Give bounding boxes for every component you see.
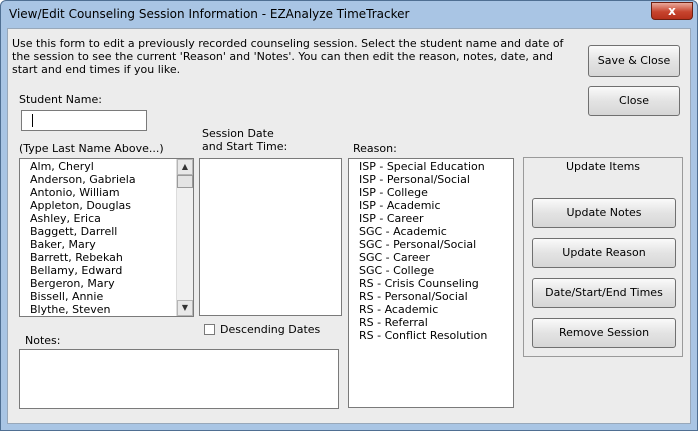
reason-list-item[interactable]: RS - Referral <box>349 316 513 329</box>
update-reason-button[interactable]: Update Reason <box>532 238 676 268</box>
student-list-item[interactable]: Alm, Cheryl <box>20 160 193 173</box>
title-bar[interactable]: View/Edit Counseling Session Information… <box>1 1 697 28</box>
reason-list-item[interactable]: RS - Academic <box>349 303 513 316</box>
close-icon: x <box>668 4 676 18</box>
reason-list-item[interactable]: ISP - College <box>349 186 513 199</box>
instructions-text: Use this form to edit a previously recor… <box>12 37 564 76</box>
descending-dates-checkbox[interactable] <box>204 324 215 335</box>
reason-list-item[interactable]: ISP - Special Education <box>349 160 513 173</box>
student-list-item[interactable]: Barrett, Rebekah <box>20 251 193 264</box>
reason-list-item[interactable]: RS - Crisis Counseling <box>349 277 513 290</box>
remove-session-button[interactable]: Remove Session <box>532 318 676 348</box>
student-list-item[interactable]: Bellamy, Edward <box>20 264 193 277</box>
student-list-item[interactable]: Antonio, William <box>20 186 193 199</box>
student-list-item[interactable]: Appleton, Douglas <box>20 199 193 212</box>
form-body: Use this form to edit a previously recor… <box>7 28 691 424</box>
student-list-item[interactable]: Baggett, Darrell <box>20 225 193 238</box>
scroll-thumb[interactable] <box>177 175 193 188</box>
close-button[interactable]: Close <box>588 86 680 116</box>
text-cursor <box>32 114 33 127</box>
student-list-label: (Type Last Name Above...) <box>19 142 164 155</box>
reason-label: Reason: <box>353 142 397 155</box>
student-list-item[interactable]: Bissell, Annie <box>20 290 193 303</box>
student-name-input[interactable] <box>21 110 147 131</box>
update-notes-button[interactable]: Update Notes <box>532 198 676 228</box>
reason-list-item[interactable]: SGC - Academic <box>349 225 513 238</box>
reason-list-item[interactable]: ISP - Career <box>349 212 513 225</box>
student-name-label: Student Name: <box>19 93 102 106</box>
student-list-item[interactable]: Ashley, Erica <box>20 212 193 225</box>
dialog-window: View/Edit Counseling Session Information… <box>0 0 698 431</box>
student-list-item[interactable]: Anderson, Gabriela <box>20 173 193 186</box>
save-close-button[interactable]: Save & Close <box>588 45 680 77</box>
reason-list-item[interactable]: RS - Conflict Resolution <box>349 329 513 342</box>
reason-list-item[interactable]: SGC - College <box>349 264 513 277</box>
window-close-button[interactable]: x <box>651 2 693 20</box>
student-list-item[interactable]: Baker, Mary <box>20 238 193 251</box>
student-list-item[interactable]: Blythe, Steven <box>20 303 193 316</box>
update-items-label: Update Items <box>565 160 641 173</box>
session-date-listbox[interactable] <box>199 158 342 316</box>
student-list-item[interactable]: Bergeron, Mary <box>20 277 193 290</box>
session-date-label-line1: Session Date <box>202 127 274 140</box>
scroll-up-arrow-icon[interactable]: ▲ <box>177 159 193 175</box>
reason-listbox[interactable]: ISP - Special Education ISP - Personal/So… <box>348 158 514 408</box>
reason-list-item[interactable]: SGC - Personal/Social <box>349 238 513 251</box>
reason-list-item[interactable]: RS - Personal/Social <box>349 290 513 303</box>
window-title: View/Edit Counseling Session Information… <box>9 7 410 21</box>
descending-dates-label: Descending Dates <box>220 323 321 336</box>
notes-label: Notes: <box>25 334 61 347</box>
reason-list-item[interactable]: ISP - Personal/Social <box>349 173 513 186</box>
student-listbox[interactable]: Alm, Cheryl Anderson, Gabriela Antonio, Wi… <box>19 158 194 317</box>
session-date-label: Session Date and Start Time: <box>202 127 287 153</box>
reason-list-item[interactable]: SGC - Career <box>349 251 513 264</box>
session-date-label-line2: and Start Time: <box>202 140 288 153</box>
student-list-scrollbar[interactable]: ▲ ▼ <box>176 159 193 316</box>
scroll-down-arrow-icon[interactable]: ▼ <box>177 300 193 316</box>
date-start-end-times-button[interactable]: Date/Start/End Times <box>532 278 676 308</box>
update-items-group: Update Items Update Notes Update Reason … <box>523 157 683 357</box>
notes-textarea[interactable] <box>19 349 339 409</box>
reason-list-item[interactable]: ISP - Academic <box>349 199 513 212</box>
